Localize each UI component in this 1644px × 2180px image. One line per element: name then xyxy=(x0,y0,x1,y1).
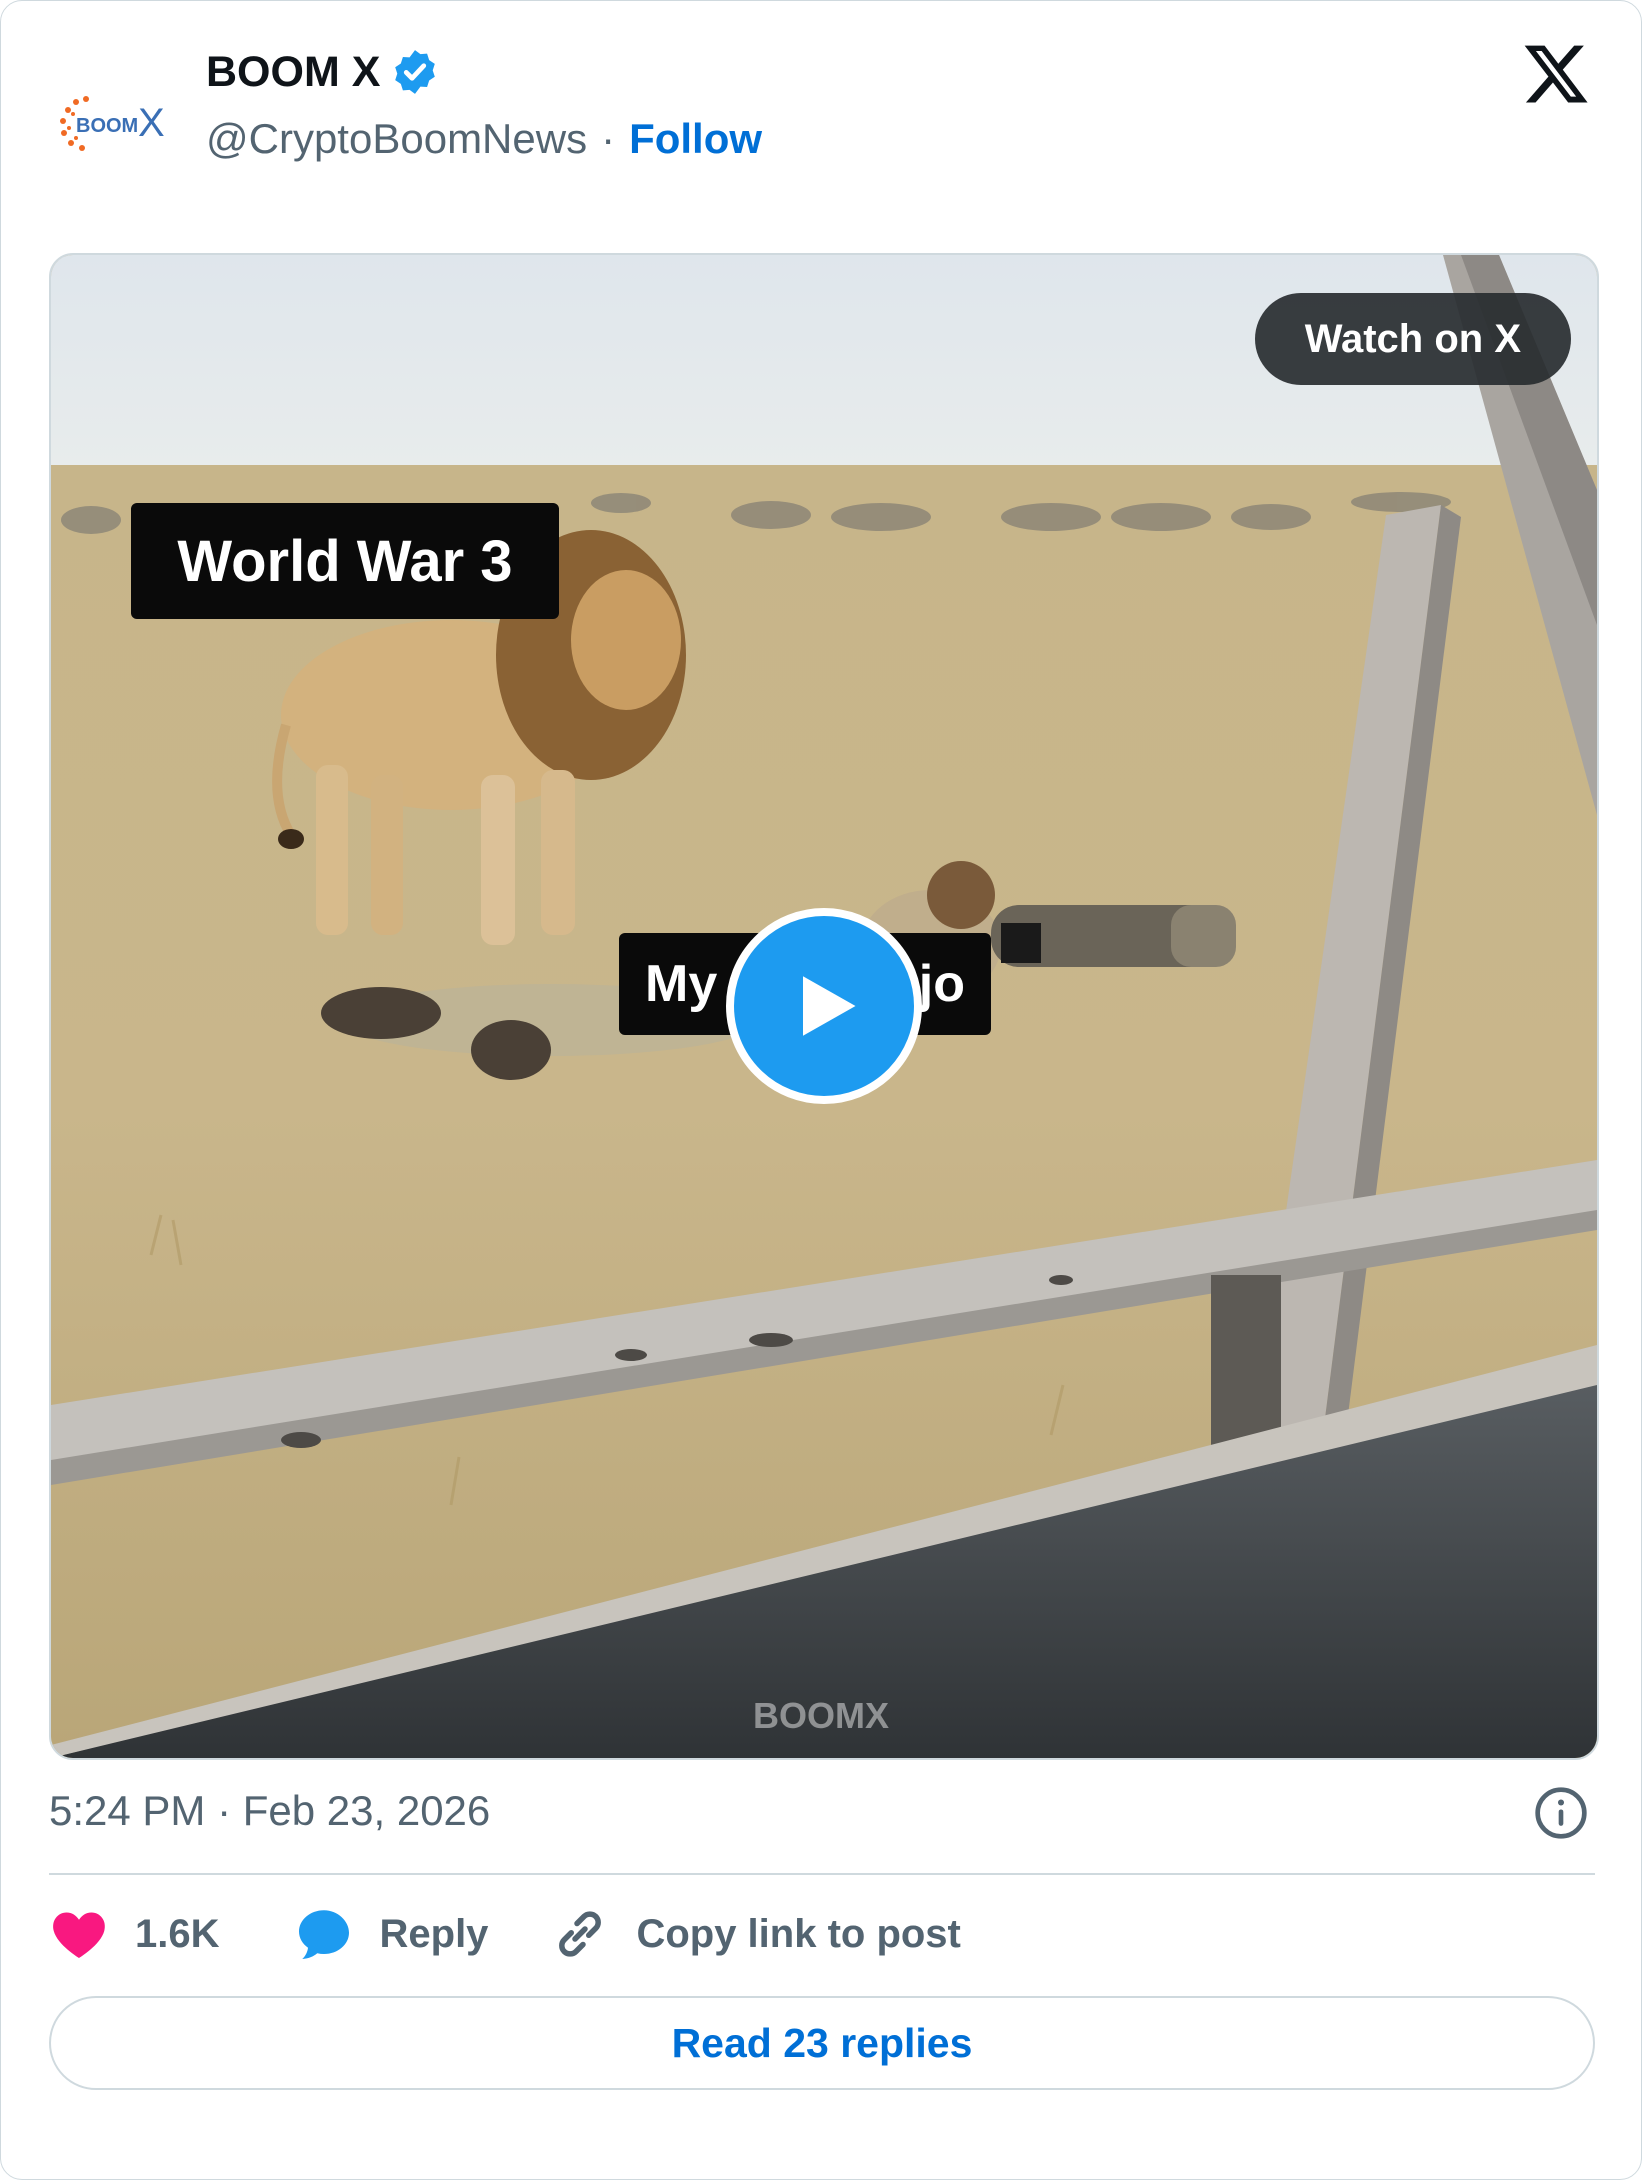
separator-dot: · xyxy=(601,115,616,162)
watch-on-x-button[interactable]: Watch on X xyxy=(1254,293,1571,385)
video-player[interactable]: Watch on X World War 3 My jo BOOMX xyxy=(49,253,1599,1760)
follow-link[interactable]: Follow xyxy=(629,115,762,163)
actions-bar: 1.6K Reply Copy link to post xyxy=(49,1901,961,1967)
author-avatar[interactable]: BOOM X xyxy=(49,53,189,193)
reply-button[interactable]: Reply xyxy=(294,1904,489,1964)
video-watermark: BOOMX xyxy=(753,1695,890,1736)
author-name[interactable]: BOOM X xyxy=(206,47,440,97)
heart-icon xyxy=(53,1912,105,1958)
reply-label: Reply xyxy=(379,1911,489,1956)
divider xyxy=(49,1873,1595,1875)
copy-link-button[interactable]: Copy link to post xyxy=(550,1904,961,1964)
x-logo-icon[interactable] xyxy=(1521,39,1591,109)
play-icon xyxy=(803,976,856,1036)
like-button[interactable]: 1.6K xyxy=(49,1904,220,1964)
verified-badge-icon xyxy=(395,50,436,94)
author-handle[interactable]: @CryptoBoomNews xyxy=(206,115,587,163)
like-count: 1.6K xyxy=(135,1911,220,1956)
read-replies-button[interactable]: Read 23 replies xyxy=(49,1996,1595,2090)
caption-world-war-3: World War 3 xyxy=(131,503,559,619)
author-name-text: BOOM X xyxy=(206,47,381,96)
info-icon[interactable] xyxy=(1533,1785,1589,1841)
reply-bubble-icon xyxy=(298,1910,349,1959)
embedded-post-card: BOOM X BOOM X @CryptoBoomNews · Follow W… xyxy=(0,0,1642,2180)
caption-bottom-left: My xyxy=(645,955,718,1013)
svg-text:X: X xyxy=(138,101,165,145)
play-button[interactable] xyxy=(726,908,922,1104)
link-icon xyxy=(559,1911,602,1957)
caption-bottom-right: jo xyxy=(918,955,965,1013)
svg-text:BOOM: BOOM xyxy=(76,115,138,137)
boomx-logo: BOOM X xyxy=(60,96,165,151)
author-handle-row: @CryptoBoomNews · Follow xyxy=(206,115,762,163)
copy-link-label: Copy link to post xyxy=(636,1911,961,1956)
post-timestamp[interactable]: 5:24 PM · Feb 23, 2026 xyxy=(49,1787,490,1835)
